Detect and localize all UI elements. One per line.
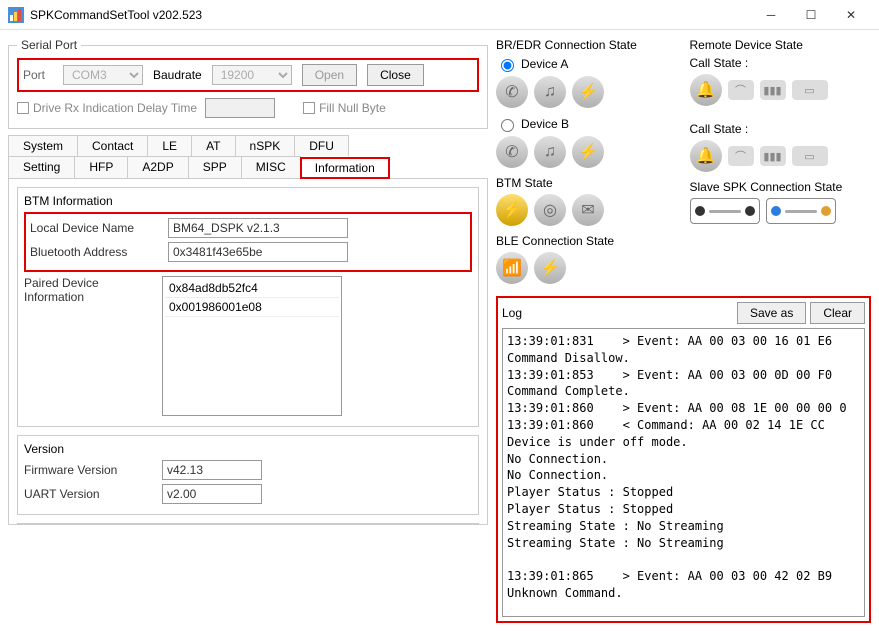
dot-icon [771,206,781,216]
remote-state-title: Remote Device State [690,38,872,52]
radio-icon[interactable] [501,59,514,72]
maximize-button[interactable]: ☐ [791,1,831,29]
paired-device-label: Paired Device Information [24,276,154,304]
local-device-name-field[interactable] [168,218,348,238]
dot-icon [695,206,705,216]
clear-button[interactable]: Clear [810,302,865,324]
br-edr-title: BR/EDR Connection State [496,38,678,52]
device-a-radio[interactable]: Device A [496,56,678,72]
battery-icon: ▭ [792,146,828,166]
bell-icon: 🔔 [690,140,722,172]
version-legend: Version [24,442,472,456]
serial-port-group: Serial Port Port COM3 Baudrate 19200 Ope… [8,38,488,129]
paired-device-list: 0x84ad8db52fc4 0x001986001e08 [162,276,342,416]
call-state-a-label: Call State : [690,56,872,70]
close-window-button[interactable]: ✕ [831,1,871,29]
open-button[interactable]: Open [302,64,357,86]
titlebar: SPKCommandSetTool v202.523 ─ ☐ ✕ [0,0,879,30]
close-button[interactable]: Close [367,64,424,86]
baud-select[interactable]: 19200 [212,65,292,85]
firmware-version-field[interactable] [162,460,262,480]
slave-spk-title: Slave SPK Connection State [690,180,872,194]
log-title: Log [502,306,522,320]
dot-icon [821,206,831,216]
log-panel: Log Save as Clear 13:39:01:831 > Event: … [496,296,871,623]
dot-icon [745,206,755,216]
tab-a2dp[interactable]: A2DP [127,156,188,178]
drive-rx-checkbox[interactable]: Drive Rx Indication Delay Time [17,101,197,115]
paired-item: 0x84ad8db52fc4 [165,279,339,298]
tab-at[interactable]: AT [191,135,235,156]
uart-version-field[interactable] [162,484,262,504]
ble-state-title: BLE Connection State [496,234,678,248]
fill-null-checkbox[interactable]: Fill Null Byte [303,101,386,115]
music-icon: ♫ [534,136,566,168]
bt-address-field[interactable] [168,242,348,262]
slave-spk-indicator [690,198,760,224]
tab-information[interactable]: Information [300,157,390,179]
window-title: SPKCommandSetTool v202.523 [30,8,751,22]
tab-dfu[interactable]: DFU [294,135,349,156]
plug-icon: ⚡ [534,252,566,284]
information-panel: BTM Information Local Device Name Blueto… [8,179,488,525]
plug-icon: ⚡ [572,76,604,108]
phone-icon: ✆ [496,76,528,108]
battery-icon: ⚡ [496,194,528,226]
tab-spp[interactable]: SPP [188,156,242,178]
local-device-name-label: Local Device Name [30,221,160,235]
device-b-radio[interactable]: Device B [496,116,678,132]
tab-le[interactable]: LE [147,135,192,156]
minimize-button[interactable]: ─ [751,1,791,29]
serial-port-legend: Serial Port [17,38,81,52]
tab-system[interactable]: System [8,135,78,156]
remote-device-info-group: Remote Device Information Remote Device … [17,523,479,525]
tab-nspk[interactable]: nSPK [235,135,296,156]
port-label: Port [23,68,53,82]
battery-icon: ▭ [792,80,828,100]
rss-icon: 📶 [496,252,528,284]
phone-down-icon: ⌒ [728,146,754,166]
tab-misc[interactable]: MISC [241,156,301,178]
slave-spk-indicator [766,198,836,224]
paired-item: 0x001986001e08 [165,298,339,317]
btm-info-legend: BTM Information [24,194,472,208]
bar-icon [785,210,817,213]
serial-port-row: Port COM3 Baudrate 19200 Open Close [17,58,479,92]
bell-icon: 🔔 [690,74,722,106]
uart-version-label: UART Version [24,487,154,501]
plug-icon: ⚡ [572,136,604,168]
save-as-button[interactable]: Save as [737,302,806,324]
app-icon [8,7,24,23]
bt-address-label: Bluetooth Address [30,245,160,259]
version-group: Version Firmware Version UART Version [17,435,479,515]
target-icon: ◎ [534,194,566,226]
bar-icon [709,210,741,213]
btm-state-title: BTM State [496,176,678,190]
tab-bar: System Contact LE AT nSPK DFU Setting HF… [8,135,488,179]
baud-label: Baudrate [153,68,202,82]
tab-setting[interactable]: Setting [8,156,75,178]
checkbox-icon [303,102,315,114]
log-textarea[interactable]: 13:39:01:831 > Event: AA 00 03 00 16 01 … [502,328,865,617]
mail-icon: ✉ [572,194,604,226]
btm-info-highlight: Local Device Name Bluetooth Address [24,212,472,272]
tab-hfp[interactable]: HFP [74,156,128,178]
phone-icon: ✆ [496,136,528,168]
btm-information-group: BTM Information Local Device Name Blueto… [17,187,479,427]
tab-contact[interactable]: Contact [77,135,148,156]
signal-icon: ▮▮▮ [760,80,786,100]
firmware-version-label: Firmware Version [24,463,154,477]
call-state-b-label: Call State : [690,122,872,136]
radio-icon[interactable] [501,119,514,132]
signal-icon: ▮▮▮ [760,146,786,166]
port-select[interactable]: COM3 [63,65,143,85]
drive-rx-input[interactable] [205,98,275,118]
phone-down-icon: ⌒ [728,80,754,100]
music-icon: ♫ [534,76,566,108]
checkbox-icon [17,102,29,114]
